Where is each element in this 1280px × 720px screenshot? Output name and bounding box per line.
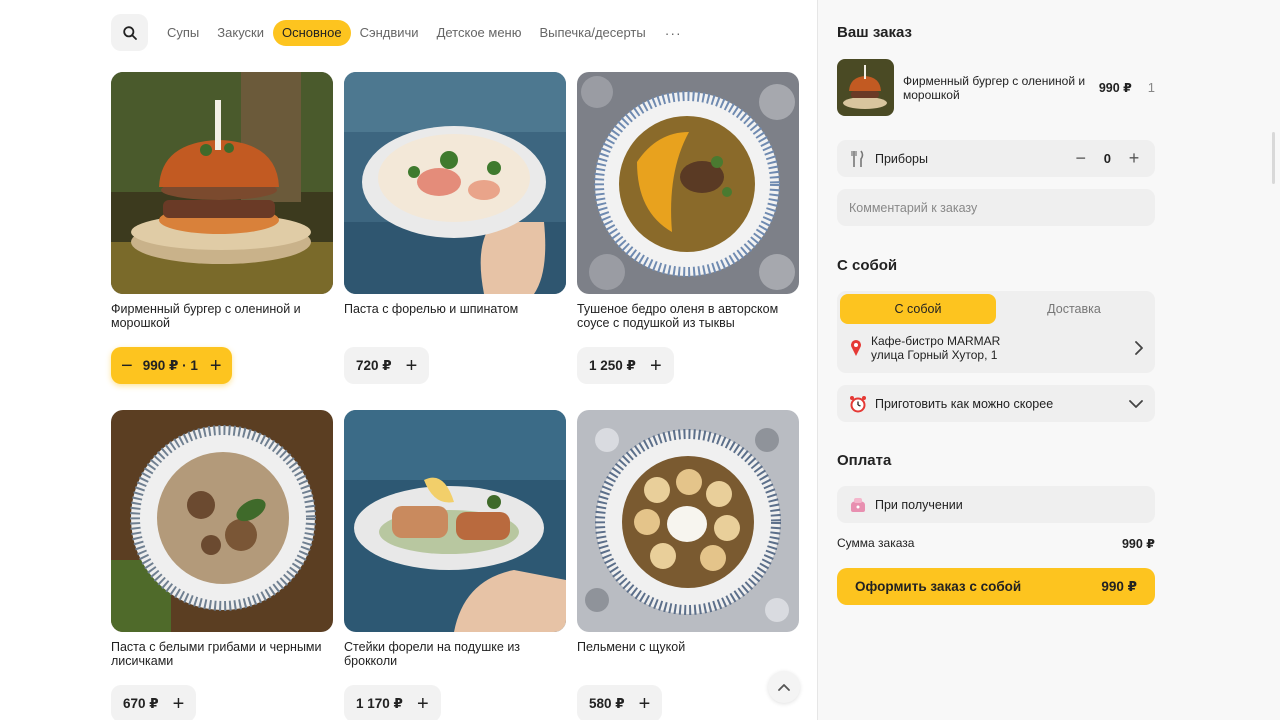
product-title: Пельмени с щукой [577, 640, 686, 654]
cart-qty-label: 990 ₽ · 1 [142, 357, 198, 373]
category-desserts[interactable]: Выпечка/десерты [531, 20, 655, 46]
chevron-up-icon [778, 684, 790, 691]
product-card: Тушеное бедро оленя в авторском соусе с … [577, 72, 799, 384]
decrease-button[interactable]: − [121, 356, 133, 376]
sum-value: 990 ₽ [1121, 537, 1155, 551]
add-to-cart-button[interactable]: 720 ₽ + [344, 347, 430, 384]
plus-icon: + [416, 692, 429, 715]
product-card: Паста с форелью и шпинатом 720 ₽ + [344, 72, 566, 384]
pickup-section-title: С собой [837, 257, 898, 274]
plus-icon: + [405, 354, 418, 377]
tab-pickup[interactable]: С собой [840, 294, 996, 324]
cart-panel: Ваш заказ Фирменный бургер с олениной и … [817, 0, 1280, 720]
cutlery-count: 0 [1103, 151, 1111, 166]
chevron-down-icon [1129, 399, 1143, 408]
plus-icon: + [649, 354, 662, 377]
add-to-cart-button[interactable]: 580 ₽ + [577, 685, 663, 720]
comment-placeholder: Комментарий к заказу [849, 200, 978, 215]
product-title: Фирменный бургер с олениной и морошкой [111, 302, 301, 330]
wallet-icon [849, 497, 867, 513]
alarm-clock-icon [849, 395, 867, 413]
cutlery-increase-button[interactable]: + [1125, 148, 1143, 169]
cutlery-row: Приборы − 0 + [837, 140, 1155, 177]
category-bar: Супы Закуски Основное Сэндвичи Детское м… [111, 14, 692, 51]
sum-label: Сумма заказа [837, 536, 915, 550]
scroll-to-top-button[interactable] [768, 671, 800, 703]
payment-method-label: При получении [875, 497, 963, 512]
add-to-cart-button[interactable]: 1 250 ₽ + [577, 347, 674, 384]
product-photo-pasta-trout[interactable] [344, 72, 566, 294]
order-sum-row: Сумма заказа 990 ₽ [837, 536, 1155, 551]
product-price: 720 ₽ [356, 357, 392, 373]
search-icon [122, 25, 137, 40]
category-soups[interactable]: Супы [158, 20, 208, 46]
product-title: Тушеное бедро оленя в авторском соусе с … [577, 302, 779, 330]
checkout-button[interactable]: Оформить заказ с собой 990 ₽ [837, 568, 1155, 605]
product-card: Паста с белыми грибами и черными лисичка… [111, 410, 333, 720]
product-photo-venison[interactable] [577, 72, 799, 294]
product-photo-trout-steaks[interactable] [344, 410, 566, 632]
cutlery-decrease-button[interactable]: − [1072, 148, 1090, 169]
product-title: Паста с форелью и шпинатом [344, 302, 519, 316]
cutlery-icon [849, 150, 867, 168]
cart-scrollbar[interactable] [1272, 132, 1275, 184]
product-title: Стейки форели на подушке из брокколи [344, 640, 521, 668]
delivery-tabs: С собой Доставка [840, 294, 1152, 324]
map-pin-icon [851, 340, 861, 356]
product-title: Паста с белыми грибами и черными лисичка… [111, 640, 322, 668]
increase-button[interactable]: + [210, 356, 222, 376]
tab-delivery[interactable]: Доставка [996, 294, 1152, 324]
product-cart-control: − 990 ₽ · 1 + [111, 347, 232, 384]
plus-icon: + [638, 692, 651, 715]
cart-title: Ваш заказ [837, 24, 912, 41]
product-card: Фирменный бургер с олениной и морошкой −… [111, 72, 333, 384]
product-price: 1 170 ₽ [356, 695, 403, 711]
cart-item-thumbnail [837, 59, 894, 116]
pickup-address: Кафе-бистро MARMAR улица Горный Хутор, 1 [871, 334, 1000, 362]
product-price: 1 250 ₽ [589, 357, 636, 373]
cutlery-stepper: − 0 + [1072, 148, 1143, 169]
category-kids[interactable]: Детское меню [428, 20, 531, 46]
cart-item: Фирменный бургер с олениной и морошкой 9… [837, 59, 1155, 116]
product-card: Пельмени с щукой 580 ₽ + [577, 410, 799, 720]
product-photo-burger[interactable] [111, 72, 333, 294]
address-line-2: улица Горный Хутор, 1 [871, 348, 998, 362]
search-button[interactable] [111, 14, 148, 51]
category-main[interactable]: Основное [273, 19, 351, 46]
product-price: 580 ₽ [589, 695, 625, 711]
payment-method-select[interactable]: При получении [837, 486, 1155, 523]
prep-time-label: Приготовить как можно скорее [875, 396, 1054, 411]
cart-item-qty: 1 [1147, 80, 1155, 95]
checkout-total: 990 ₽ [1101, 578, 1137, 594]
delivery-mode-box: С собой Доставка Кафе-бистро MARMAR улиц… [837, 291, 1155, 373]
address-line-1: Кафе-бистро MARMAR [871, 334, 1001, 348]
product-photo-dumplings[interactable] [577, 410, 799, 632]
menu-area: Супы Закуски Основное Сэндвичи Детское м… [0, 0, 817, 720]
cart-item-name: Фирменный бургер с олениной и морошкой [903, 73, 1086, 102]
cutlery-label: Приборы [875, 151, 928, 166]
plus-icon: + [172, 692, 185, 715]
prep-time-select[interactable]: Приготовить как можно скорее [837, 385, 1155, 422]
add-to-cart-button[interactable]: 1 170 ₽ + [344, 685, 441, 720]
add-to-cart-button[interactable]: 670 ₽ + [111, 685, 197, 720]
chevron-right-icon [1135, 341, 1143, 355]
cart-item-price: 990 ₽ [1098, 81, 1132, 95]
category-starters[interactable]: Закуски [208, 20, 273, 46]
pickup-address-row[interactable]: Кафе-бистро MARMAR улица Горный Хутор, 1 [849, 334, 1143, 362]
product-card: Стейки форели на подушке из брокколи 1 1… [344, 410, 566, 720]
comment-field[interactable]: Комментарий к заказу [837, 189, 1155, 226]
product-photo-pasta-mushrooms[interactable] [111, 410, 333, 632]
payment-section-title: Оплата [837, 452, 892, 469]
more-categories-button[interactable]: ··· [655, 25, 692, 41]
product-price: 670 ₽ [123, 695, 159, 711]
checkout-label: Оформить заказ с собой [855, 579, 1022, 594]
category-sandwiches[interactable]: Сэндвичи [351, 20, 428, 46]
